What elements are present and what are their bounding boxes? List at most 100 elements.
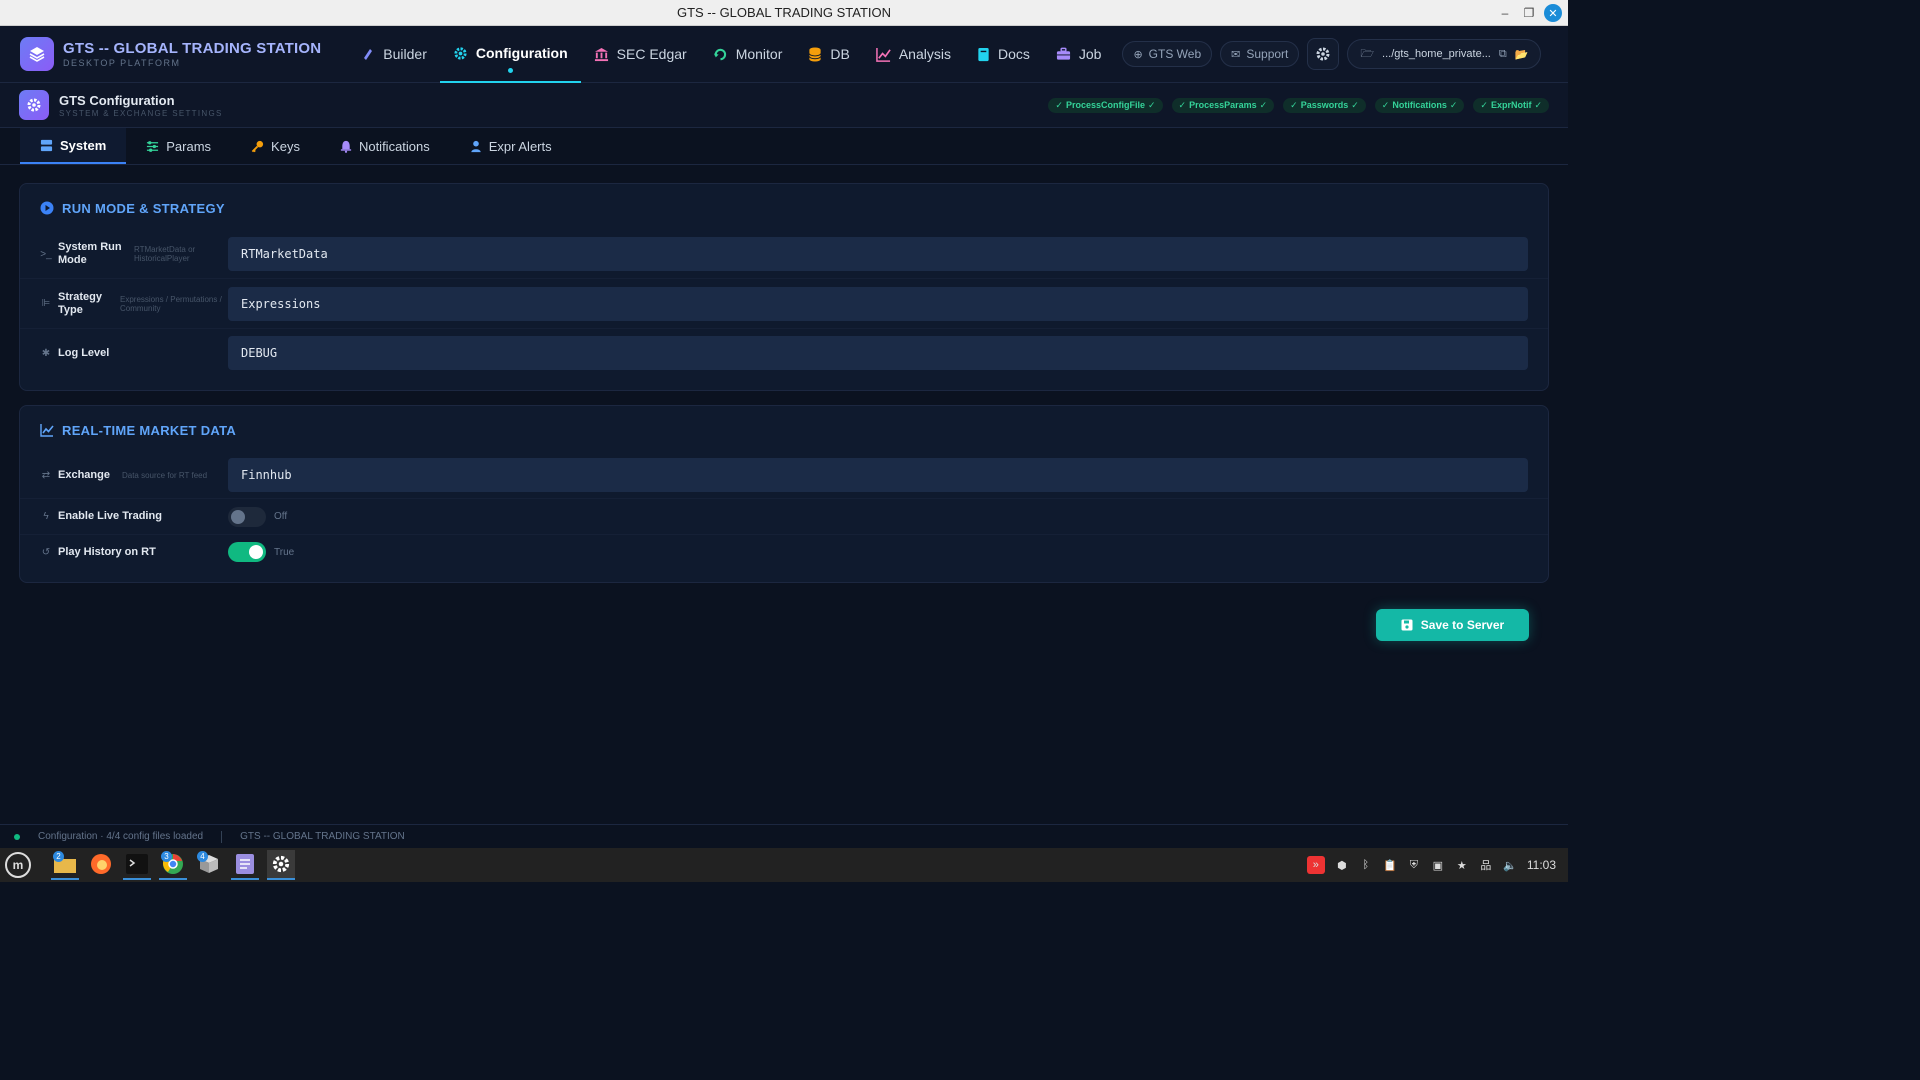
nav-job[interactable]: Job [1043, 26, 1115, 83]
os-taskbar: m 2 3 4 » ⬢ ᛒ 📋 ⛨ ▣ ★ 品 🔈 11:03 [0, 848, 1568, 882]
nav-monitor-label: Monitor [735, 46, 783, 62]
nav-analysis-label: Analysis [898, 46, 951, 62]
status-badge: ✓ Notifications ✓ [1374, 97, 1465, 113]
strategy-type-hint: Expressions / Permutations / Community [120, 294, 222, 313]
star-icon[interactable]: ★ [1455, 858, 1469, 872]
brand-title: GTS -- GLOBAL TRADING STATION [63, 40, 322, 57]
exchange-hint: Data source for RT feed [121, 470, 208, 480]
support-button[interactable]: ✉ Support [1220, 41, 1300, 67]
live-trading-state: Off [274, 511, 288, 522]
clipboard-icon[interactable]: 📋 [1383, 858, 1397, 872]
main-nav: Builder Configuration SEC Edgar Monitor … [348, 26, 1114, 83]
brand-subtitle: DESKTOP PLATFORM [63, 58, 181, 68]
settings-button[interactable] [1307, 38, 1340, 70]
gts-web-label: GTS Web [1148, 47, 1202, 61]
exchange-arrows-icon: ⇄ [41, 469, 51, 481]
envelope-icon: ✉ [1231, 48, 1241, 61]
nav-configuration[interactable]: Configuration [439, 26, 581, 83]
play-history-label: Play History on RT [58, 545, 156, 558]
anydesk-icon[interactable]: » [1306, 856, 1325, 874]
window-controls: – ❐ ✕ [1496, 4, 1562, 22]
system-run-mode-row: >_ System Run Mode RTMarketData or Histo… [20, 230, 1548, 278]
copy-icon[interactable]: ⧉ [1499, 48, 1507, 61]
nav-monitor[interactable]: Monitor [700, 26, 796, 83]
tab-keys[interactable]: Keys [231, 128, 320, 164]
key-icon [251, 140, 264, 152]
window-title: GTS -- GLOBAL TRADING STATION [676, 5, 892, 20]
network-icon[interactable]: 品 [1479, 858, 1493, 872]
live-trading-toggle[interactable] [228, 506, 266, 527]
exchange-row: ⇄ Exchange Data source for RT feed Finnh… [20, 452, 1548, 498]
nav-db[interactable]: DB [795, 26, 862, 83]
status-badge: ✓ Passwords ✓ [1283, 97, 1366, 113]
system-run-mode-field[interactable]: RTMarketData [228, 237, 1528, 271]
home-path-selector[interactable]: 🗁 .../gts_home_private... ⧉ 📂 [1347, 39, 1542, 69]
save-to-server-button[interactable]: Save to Server [1376, 609, 1529, 641]
gear-icon [454, 46, 467, 60]
refresh-icon [713, 48, 726, 60]
start-menu-icon[interactable]: m [5, 852, 31, 878]
nav-analysis[interactable]: Analysis [863, 26, 964, 83]
nav-sec-edgar[interactable]: SEC Edgar [581, 26, 700, 83]
status-text: Configuration · 4/4 config files loaded [38, 831, 204, 842]
strategy-type-field[interactable]: Expressions [228, 286, 1528, 321]
config-gear-icon [19, 90, 49, 120]
nav-sec-edgar-label: SEC Edgar [616, 46, 687, 62]
firefox-app-icon[interactable] [87, 850, 115, 880]
settings-app-icon[interactable] [267, 850, 295, 880]
save-to-server-label: Save to Server [1420, 618, 1505, 632]
text-editor-app-icon[interactable] [231, 850, 259, 880]
volume-icon[interactable]: 🔈 [1503, 858, 1517, 872]
database-icon [809, 46, 822, 62]
play-history-toggle[interactable] [228, 542, 266, 562]
maximize-icon[interactable]: ❐ [1520, 4, 1538, 22]
nav-builder[interactable]: Builder [348, 26, 440, 83]
open-folder-icon[interactable]: 📂 [1515, 48, 1529, 61]
nav-docs[interactable]: Docs [964, 26, 1043, 83]
system-run-mode-label: System Run Mode [58, 241, 122, 266]
support-label: Support [1246, 47, 1289, 61]
config-title: GTS Configuration [59, 92, 175, 108]
cube-icon[interactable]: ⬢ [1335, 858, 1349, 872]
hierarchy-icon: ⊫ [41, 298, 51, 309]
status-badge: ✓ ProcessParams ✓ [1171, 97, 1275, 113]
pen-icon [364, 49, 373, 60]
minimize-icon[interactable]: – [1496, 4, 1514, 22]
layers-logo-icon [20, 37, 54, 71]
market-data-panel-title: REAL-TIME MARKET DATA [20, 406, 1548, 452]
terminal-app-icon[interactable] [123, 850, 151, 880]
close-icon[interactable]: ✕ [1544, 4, 1562, 22]
update-icon[interactable]: ▣ [1431, 858, 1445, 872]
bank-icon [594, 47, 608, 61]
book-icon [978, 47, 989, 61]
log-level-field[interactable]: DEBUG [228, 336, 1528, 370]
log-level-label: Log Level [58, 346, 110, 359]
gts-web-button[interactable]: ⊕ GTS Web [1122, 41, 1213, 67]
history-icon: ↺ [41, 546, 51, 558]
tab-system[interactable]: System [20, 128, 127, 164]
system-tray: » ⬢ ᛒ 📋 ⛨ ▣ ★ 品 🔈 11:03 [1306, 856, 1568, 874]
files-app-icon[interactable]: 2 [51, 850, 79, 880]
shield-icon[interactable]: ⛨ [1407, 858, 1421, 872]
config-file-badges: ✓ ProcessConfigFile ✓ ✓ ProcessParams ✓ … [1048, 97, 1549, 113]
exchange-field[interactable]: Finnhub [228, 458, 1528, 492]
play-history-row: ↺ Play History on RT True [20, 534, 1548, 569]
nav-configuration-label: Configuration [475, 45, 568, 61]
package-app-icon[interactable]: 4 [195, 850, 223, 880]
chart-line-icon [40, 424, 54, 437]
bluetooth-icon[interactable]: ᛒ [1359, 858, 1373, 872]
chrome-app-icon[interactable]: 3 [159, 850, 187, 880]
run-mode-panel-title: RUN MODE & STRATEGY [20, 184, 1548, 230]
run-mode-panel: RUN MODE & STRATEGY >_ System Run Mode R… [19, 183, 1549, 391]
bell-icon [340, 140, 352, 153]
config-header: GTS Configuration SYSTEM & EXCHANGE SETT… [0, 83, 1568, 128]
tab-expr-alerts[interactable]: Expr Alerts [450, 128, 572, 164]
tab-params[interactable]: Params [126, 128, 231, 164]
floppy-disk-icon [1401, 619, 1413, 631]
app-header: GTS -- GLOBAL TRADING STATION DESKTOP PL… [0, 26, 1568, 83]
clock[interactable]: 11:03 [1527, 858, 1556, 872]
tab-notifications[interactable]: Notifications [320, 128, 450, 164]
strategy-type-label: Strategy Type [58, 290, 103, 316]
status-badge: ✓ ExprNotif ✓ [1473, 97, 1549, 113]
market-data-panel: REAL-TIME MARKET DATA ⇄ Exchange Data so… [19, 405, 1549, 583]
